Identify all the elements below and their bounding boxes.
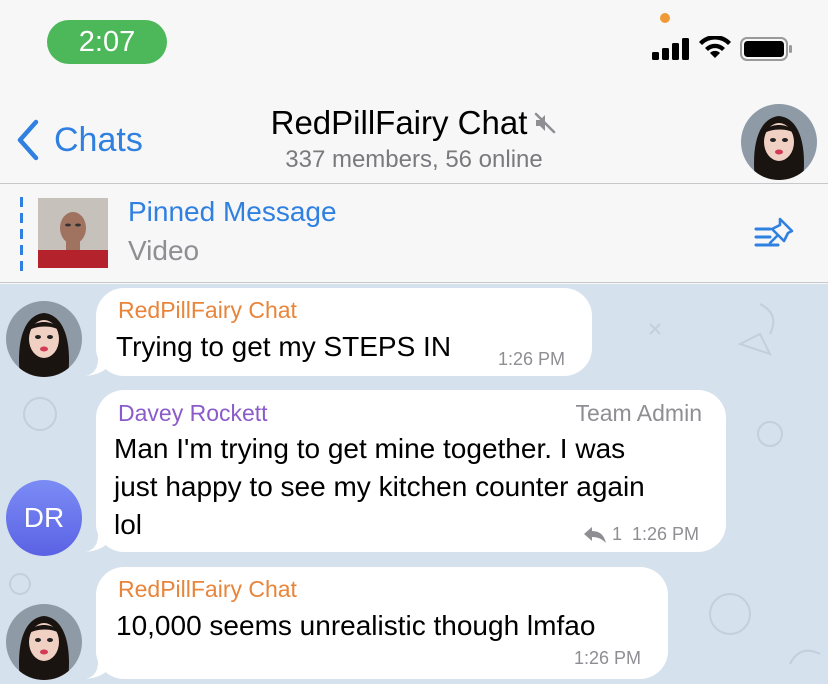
bubble-tail xyxy=(86,356,112,376)
message-time: 1:26 PM xyxy=(632,524,700,544)
avatar-image xyxy=(6,301,82,377)
message-text: 10,000 seems unrealistic though lmfao xyxy=(116,610,596,641)
sender-avatar[interactable] xyxy=(6,604,82,680)
pinned-message-bar[interactable]: Pinned Message Video xyxy=(0,185,828,283)
wifi-icon xyxy=(699,36,731,58)
avatar-image xyxy=(6,604,82,680)
reply-icon[interactable] xyxy=(582,525,608,545)
sender-avatar[interactable]: DR xyxy=(6,480,82,556)
message-bubble[interactable]: RedPillFairy Chat Trying to get my STEPS… xyxy=(86,288,592,376)
message-bubble[interactable]: Davey Rockett Team Admin Man I'm trying … xyxy=(86,390,726,552)
battery-icon xyxy=(740,37,792,61)
chat-header: Chats RedPillFairy Chat 337 members, 56 … xyxy=(0,88,828,184)
cellular-signal-icon xyxy=(652,38,689,60)
message-text: Man I'm trying to get mine together. I w… xyxy=(114,430,645,544)
message-bubble[interactable]: RedPillFairy Chat 10,000 seems unrealist… xyxy=(86,567,668,679)
message-sender[interactable]: RedPillFairy Chat xyxy=(118,576,297,603)
pinned-title: Pinned Message xyxy=(128,196,337,227)
message-line: Man I'm trying to get mine together. I w… xyxy=(114,433,626,464)
message-text: Trying to get my STEPS IN xyxy=(116,331,452,362)
avatar-image xyxy=(741,104,817,180)
pinned-list-icon[interactable] xyxy=(752,215,798,253)
privacy-indicator-dot xyxy=(660,13,670,23)
chat-messages-area[interactable]: RedPillFairy Chat Trying to get my STEPS… xyxy=(0,284,828,684)
pinned-indicator-line xyxy=(20,197,23,271)
reply-count[interactable]: 1 xyxy=(612,524,622,545)
pinned-subtitle: Video xyxy=(128,235,200,266)
back-button[interactable]: Chats xyxy=(14,118,143,162)
chat-subtitle: 337 members, 56 online xyxy=(285,146,543,173)
message-time: 1:26 PM xyxy=(498,349,566,369)
message-meta: 1 1:26 PM xyxy=(582,524,699,545)
chat-title: RedPillFairy Chat xyxy=(271,104,558,142)
status-bar: 2:07 xyxy=(0,0,828,88)
message-line: just happy to see my kitchen counter aga… xyxy=(114,471,645,502)
bubble-tail xyxy=(86,659,112,679)
back-label: Chats xyxy=(54,120,143,159)
bubble-tail xyxy=(86,532,112,552)
status-time[interactable]: 2:07 xyxy=(47,20,167,64)
message-sender[interactable]: Davey Rockett xyxy=(118,400,268,427)
mute-icon xyxy=(535,112,556,134)
chat-title-text: RedPillFairy Chat xyxy=(270,104,528,141)
message-line: lol xyxy=(114,509,143,540)
avatar-initials: DR xyxy=(23,502,65,533)
sender-role-badge: Team Admin xyxy=(575,400,702,426)
chat-avatar[interactable] xyxy=(741,104,817,180)
pinned-video-thumbnail xyxy=(38,198,108,268)
message-sender[interactable]: RedPillFairy Chat xyxy=(118,297,297,324)
message-time: 1:26 PM xyxy=(574,648,642,668)
sender-avatar[interactable] xyxy=(6,301,82,377)
chevron-left-icon xyxy=(17,119,39,161)
chat-title-area[interactable]: RedPillFairy Chat 337 members, 56 online xyxy=(200,104,628,174)
